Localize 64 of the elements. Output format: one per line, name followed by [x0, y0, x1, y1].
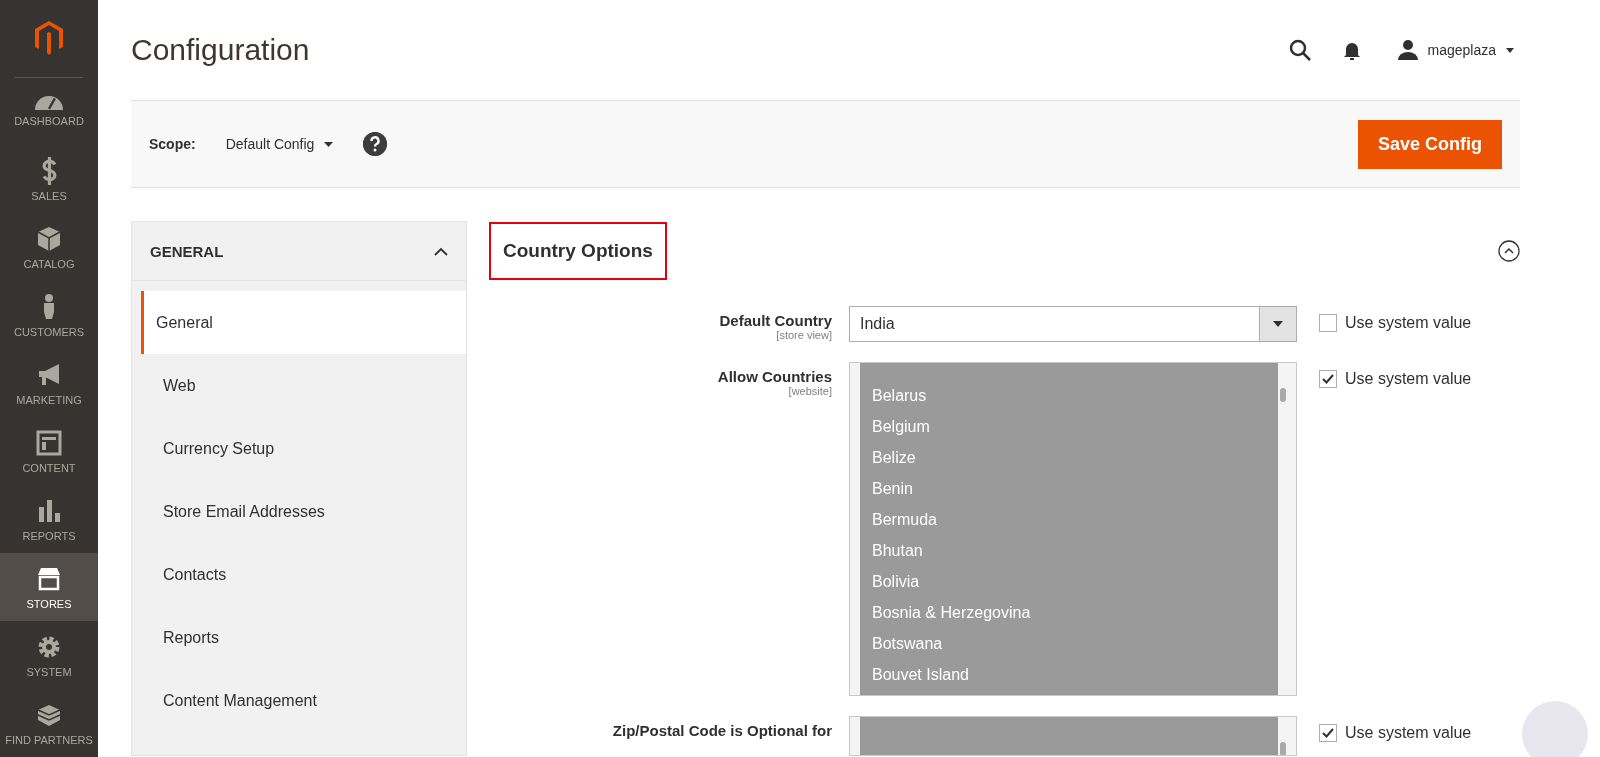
config-tab[interactable]: General [141, 291, 466, 354]
scope-hint: [website] [788, 385, 832, 397]
section-title[interactable]: Country Options [489, 222, 667, 280]
country-option[interactable]: Bermuda [860, 504, 1278, 535]
nav-item[interactable]: CUSTOMERS [0, 281, 98, 350]
gauge-icon [35, 96, 63, 111]
search-icon[interactable] [1287, 38, 1312, 62]
config-tab[interactable]: Currency Setup [141, 417, 466, 480]
user-icon [1397, 40, 1418, 60]
save-config-button[interactable]: Save Config [1357, 119, 1502, 169]
country-option[interactable]: Botswana [860, 628, 1278, 659]
layout-icon [35, 428, 63, 457]
nav-item[interactable]: SYSTEM [0, 621, 98, 690]
checkbox[interactable] [1319, 314, 1337, 332]
nav-item[interactable]: FIND PARTNERS [0, 689, 98, 757]
nav-item[interactable]: CONTENT [0, 417, 98, 486]
nav-item[interactable]: STORES [0, 553, 98, 622]
box-icon [35, 225, 63, 254]
caret-icon [1506, 47, 1514, 53]
config-tab[interactable]: Contacts [141, 543, 466, 606]
scope-hint: [store view] [776, 329, 832, 341]
country-list[interactable]: Belarus Belgium Belize Benin Bermuda Bhutan Bolivia Bosnia & Herzegovina Botswana Bouvet Island [849, 362, 1297, 696]
nav-item[interactable]: CATALOG [0, 213, 98, 282]
country-option[interactable]: Bhutan [860, 535, 1278, 566]
config-tab[interactable]: Web [141, 354, 466, 417]
nav-item[interactable]: MARKETING [0, 349, 98, 418]
config-tab[interactable]: Content Management [141, 669, 466, 732]
field-label: Default Country [719, 312, 832, 329]
country-option[interactable]: Belgium [860, 411, 1278, 442]
country-option[interactable]: Belize [860, 442, 1278, 473]
config-tab[interactable]: Store Email Addresses [141, 480, 466, 543]
page-title: Configuration [131, 33, 311, 67]
country-option[interactable]: Belarus [860, 380, 1278, 411]
nav-item[interactable]: REPORTS [0, 485, 98, 554]
tab-group-header[interactable]: GENERAL [132, 222, 466, 281]
checkbox-label[interactable]: Use system value [1345, 724, 1472, 742]
nav-item[interactable]: SALES [0, 145, 98, 214]
caret-icon [324, 141, 334, 147]
country-dropdown[interactable]: India [849, 306, 1297, 342]
collapse-icon[interactable] [1498, 240, 1520, 262]
scope-dropdown[interactable]: Default Config [219, 135, 340, 153]
checkbox[interactable] [1319, 370, 1337, 388]
presenter-video-placeholder [1522, 701, 1588, 757]
chevron-icon [434, 246, 448, 256]
logo-icon[interactable] [35, 21, 63, 56]
help-icon[interactable] [363, 132, 388, 156]
country-option[interactable]: Bolivia [860, 566, 1278, 597]
checkbox-label[interactable]: Use system value [1345, 314, 1472, 332]
scrollbar-thumb[interactable] [1280, 742, 1286, 755]
field-label: Zip/Postal Code is Optional for [612, 722, 832, 739]
user-menu[interactable]: mageplaza [1391, 39, 1520, 61]
nav-item[interactable]: DASHBOARD [0, 77, 98, 146]
scope-label: Scope: [149, 136, 196, 152]
caret-icon [1273, 321, 1283, 327]
country-list[interactable] [849, 716, 1297, 756]
dollar-icon [41, 157, 57, 186]
country-option[interactable]: Bosnia & Herzegovina [860, 597, 1278, 628]
config-tab[interactable]: Reports [141, 606, 466, 669]
checkbox[interactable] [1319, 724, 1337, 742]
country-option[interactable]: Benin [860, 473, 1278, 504]
scrollbar-thumb[interactable] [1280, 388, 1286, 402]
field-label: Allow Countries [717, 368, 832, 385]
checkbox-label[interactable]: Use system value [1345, 370, 1472, 388]
country-option[interactable]: Bouvet Island [860, 659, 1278, 690]
